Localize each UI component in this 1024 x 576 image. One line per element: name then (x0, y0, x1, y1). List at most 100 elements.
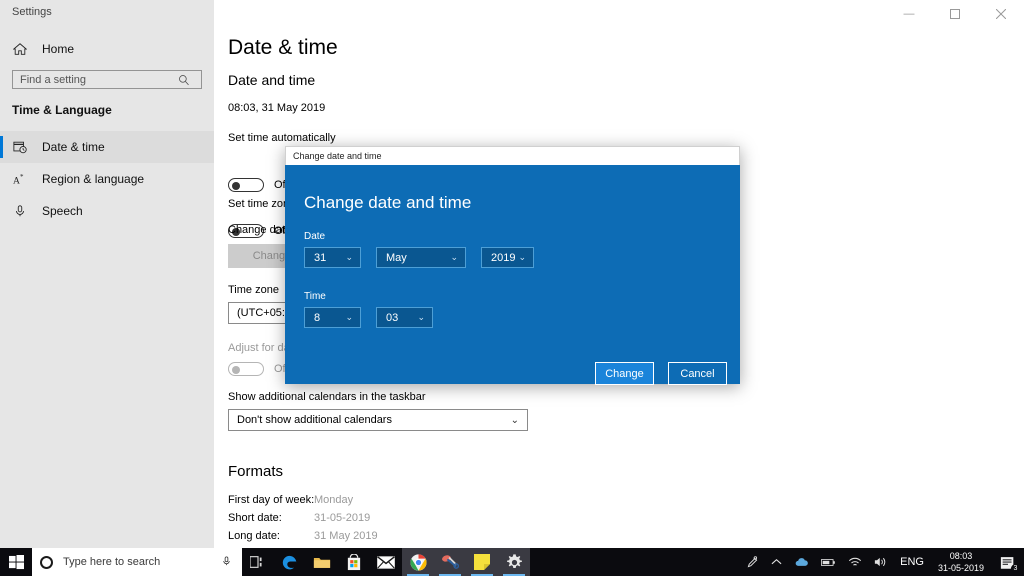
year-value: 2019 (491, 251, 516, 264)
minute-value: 03 (386, 311, 399, 324)
toggle-knob (232, 366, 240, 374)
dialog-date-label: Date (304, 231, 326, 242)
desktop-root: Settings — Settings (0, 0, 1024, 576)
clock-date: 31-05-2019 (937, 563, 984, 573)
adjust-dst-toggle[interactable] (228, 362, 264, 376)
format-key: Short date: (228, 512, 282, 524)
dialog-cancel-button[interactable]: Cancel (668, 362, 727, 385)
edge-icon[interactable] (274, 548, 306, 576)
set-time-automatically-label: Set time automatically (228, 132, 336, 144)
format-key: First day of week: (228, 494, 315, 506)
windows-start-icon (8, 554, 24, 569)
format-value-first-day: Monday (314, 494, 353, 506)
microphone-icon (12, 203, 28, 219)
year-combobox[interactable]: 2019 ⌄ (481, 247, 534, 268)
chevron-down-icon: ⌄ (417, 312, 425, 322)
section-heading-date-and-time: Date and time (228, 72, 316, 88)
microphone-icon[interactable] (221, 555, 232, 570)
dialog-change-button[interactable]: Change (595, 362, 654, 385)
svg-text:A: A (13, 175, 20, 186)
chevron-down-icon: ⌄ (450, 252, 458, 262)
additional-calendars-label: Show additional calendars in the taskbar (228, 391, 426, 403)
close-button[interactable] (978, 0, 1024, 28)
settings-search-box[interactable] (12, 70, 202, 89)
set-time-automatically-toggle-row: Off (228, 178, 288, 192)
hour-combobox[interactable]: 8 ⌄ (304, 307, 361, 328)
format-row-long-date: Long date: (228, 530, 280, 542)
start-button[interactable] (0, 548, 32, 576)
format-value: Monday (314, 494, 354, 506)
settings-icon[interactable] (498, 548, 530, 576)
window-controls: — (886, 0, 1024, 28)
additional-calendars-combobox[interactable]: Don't show additional calendars ⌄ (228, 409, 528, 431)
close-icon (996, 9, 1006, 19)
sidebar-item-region-language-label: Region & language (42, 172, 145, 186)
sticky-notes-icon[interactable] (466, 548, 498, 576)
set-time-automatically-toggle[interactable] (228, 178, 264, 192)
chrome-icon[interactable] (402, 548, 434, 576)
sidebar-nav: Date & time A * Region & language Speech (0, 131, 214, 227)
minute-combobox[interactable]: 03 ⌄ (376, 307, 433, 328)
chevron-down-icon: ⌄ (345, 252, 353, 262)
file-explorer-icon[interactable] (306, 548, 338, 576)
month-value: May (386, 251, 407, 264)
maximize-button[interactable] (932, 0, 978, 28)
dialog-body: Change date and time Date 31 ⌄ May ⌄ 201… (285, 165, 740, 385)
language-indicator[interactable]: ENG (894, 548, 930, 576)
format-value-short-date: 31-05-2019 (314, 512, 370, 524)
dialog-heading: Change date and time (304, 193, 472, 212)
maximize-icon (950, 9, 960, 19)
taskbar-search-placeholder: Type here to search (63, 556, 161, 568)
sidebar-item-speech-label: Speech (42, 204, 83, 218)
sidebar-item-date-time[interactable]: Date & time (0, 131, 214, 163)
day-combobox[interactable]: 31 ⌄ (304, 247, 361, 268)
sidebar-item-speech[interactable]: Speech (0, 195, 214, 227)
pen-workspace-icon[interactable] (740, 548, 765, 576)
additional-calendars-value: Don't show additional calendars (237, 414, 392, 426)
mail-icon[interactable] (370, 548, 402, 576)
sidebar-item-region-language[interactable]: A * Region & language (0, 163, 214, 195)
wifi-icon[interactable] (842, 548, 868, 576)
format-row-first-day: First day of week: (228, 494, 314, 506)
page-title: Date & time (228, 36, 338, 59)
sidebar-app-title: Settings (12, 6, 52, 18)
language-icon: A * (12, 171, 28, 187)
section-heading-formats: Formats (228, 463, 284, 480)
month-combobox[interactable]: May ⌄ (376, 247, 466, 268)
format-row-short-date: Short date: (228, 512, 282, 524)
day-value: 31 (314, 251, 327, 264)
sidebar-item-date-time-label: Date & time (42, 140, 105, 154)
taskbar: Type here to search ENG 08:03 31-05-2019… (0, 548, 1024, 576)
chevron-down-icon: ⌄ (345, 312, 353, 322)
dialog-titlebar: Change date and time (285, 146, 740, 165)
cortana-circle-icon (40, 555, 53, 569)
sidebar: Settings Home Time & Langua (0, 0, 214, 548)
clock-time: 08:03 (949, 551, 973, 561)
calendar-clock-icon (12, 139, 28, 155)
action-center-button[interactable]: 3 (992, 548, 1024, 576)
svg-text:*: * (20, 173, 24, 181)
onedrive-icon[interactable] (788, 548, 815, 576)
format-value-long-date: 31 May 2019 (314, 530, 378, 542)
taskbar-clock[interactable]: 08:03 31-05-2019 (930, 548, 992, 576)
format-key: Long date: (228, 530, 280, 542)
task-view-icon[interactable] (242, 548, 274, 576)
search-input[interactable] (13, 71, 173, 88)
toggle-knob (232, 182, 240, 190)
chevron-down-icon: ⌄ (510, 414, 519, 426)
show-hidden-icons-chevron[interactable] (765, 548, 788, 576)
volume-icon[interactable] (868, 548, 894, 576)
format-value: 31 May 2019 (314, 530, 378, 542)
format-value: 31-05-2019 (314, 512, 371, 524)
change-date-time-dialog: Change date and time Change date and tim… (285, 146, 740, 385)
taskbar-search-box[interactable]: Type here to search (32, 548, 242, 576)
notification-count-badge: 3 (1011, 564, 1020, 573)
sidebar-item-home[interactable]: Home (0, 37, 214, 61)
microsoft-store-icon[interactable] (338, 548, 370, 576)
minimize-button[interactable]: — (886, 0, 932, 28)
search-icon[interactable] (173, 71, 195, 88)
battery-icon[interactable] (815, 548, 842, 576)
chevron-down-icon: ⌄ (518, 252, 526, 262)
snipping-tool-icon[interactable] (434, 548, 466, 576)
dialog-titlebar-text: Change date and time (293, 151, 382, 161)
